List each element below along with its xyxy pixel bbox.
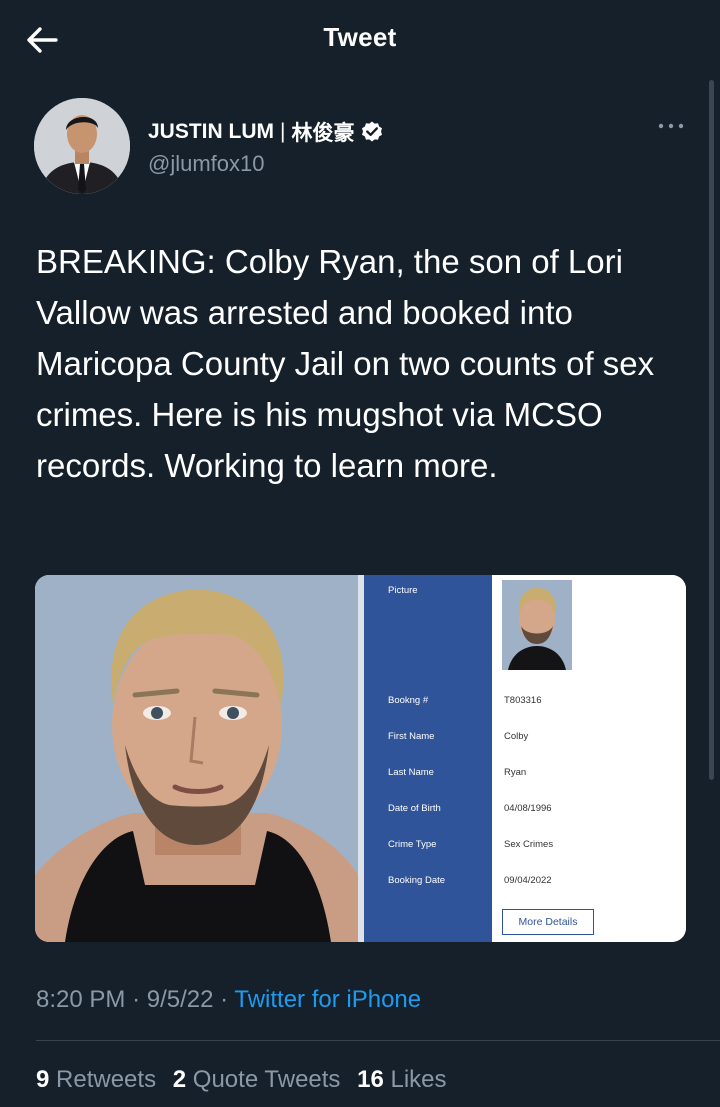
quote-tweets-stat[interactable]: 2 Quote Tweets — [173, 1066, 341, 1093]
author-display-name: JUSTIN LUM — [148, 120, 274, 143]
likes-count: 16 — [357, 1066, 384, 1093]
likes-stat[interactable]: 16 Likes — [357, 1066, 446, 1093]
tweet-timestamp: 8:20 PM · 9/5/22 · Twitter for iPhone — [36, 986, 421, 1014]
records-row-label: Last Name — [388, 767, 434, 778]
scrollbar[interactable] — [709, 80, 714, 780]
more-dots-icon — [658, 123, 684, 129]
meta-separator: · — [132, 986, 141, 1013]
engagement-stats: 9 Retweets 2 Quote Tweets 16 Likes — [36, 1066, 457, 1094]
records-row-value: 09/04/2022 — [504, 875, 552, 886]
author-name-separator: | — [280, 120, 286, 143]
records-row-label: Bookng # — [388, 695, 429, 706]
records-row-value: Colby — [504, 731, 529, 742]
top-bar: Tweet — [0, 0, 720, 80]
retweets-stat[interactable]: 9 Retweets — [36, 1066, 156, 1093]
meta-separator: · — [220, 986, 229, 1013]
verified-badge-icon — [362, 121, 383, 142]
records-row-value: T803316 — [504, 695, 542, 706]
records-label-column — [364, 575, 492, 942]
tweet-source-link[interactable]: Twitter for iPhone — [234, 986, 421, 1013]
retweets-count: 9 — [36, 1066, 50, 1093]
author-name[interactable]: JUSTIN LUM | 林俊豪 — [148, 117, 384, 147]
quotes-label: Quote Tweets — [192, 1066, 341, 1093]
mugshot-image — [35, 575, 358, 942]
records-row-label: Crime Type — [388, 839, 437, 850]
page-title: Tweet — [323, 22, 397, 52]
records-row-label: Date of Birth — [388, 803, 441, 814]
author-name-chinese: 林俊豪 — [291, 122, 355, 145]
records-panel: Picture Bookng # T803316 First Name Colb… — [364, 575, 686, 942]
tweet-date: 9/5/22 — [146, 986, 214, 1013]
quotes-count: 2 — [172, 1066, 187, 1093]
records-row-value: Sex Crimes — [504, 839, 554, 850]
avatar[interactable] — [34, 98, 130, 194]
more-details-button[interactable]: More Details — [502, 909, 594, 935]
likes-label: Likes — [390, 1066, 447, 1093]
records-row-label: Booking Date — [388, 875, 446, 886]
author-handle[interactable]: @jlumfox10 — [148, 151, 265, 177]
records-row-value: Ryan — [504, 767, 527, 778]
retweets-label: Retweets — [56, 1066, 157, 1093]
more-options-button[interactable] — [654, 116, 688, 136]
records-row-label: First Name — [388, 731, 435, 742]
tweet-media[interactable]: Picture Bookng # T803316 First Name Colb… — [35, 575, 686, 942]
records-picture-label: Picture — [388, 585, 418, 596]
records-thumbnail — [502, 580, 572, 670]
tweet-time: 8:20 PM — [36, 986, 126, 1013]
tweet-text: BREAKING: Colby Ryan, the son of Lori Va… — [36, 243, 655, 484]
records-row-value: 04/08/1996 — [504, 803, 552, 814]
divider — [36, 1040, 720, 1041]
